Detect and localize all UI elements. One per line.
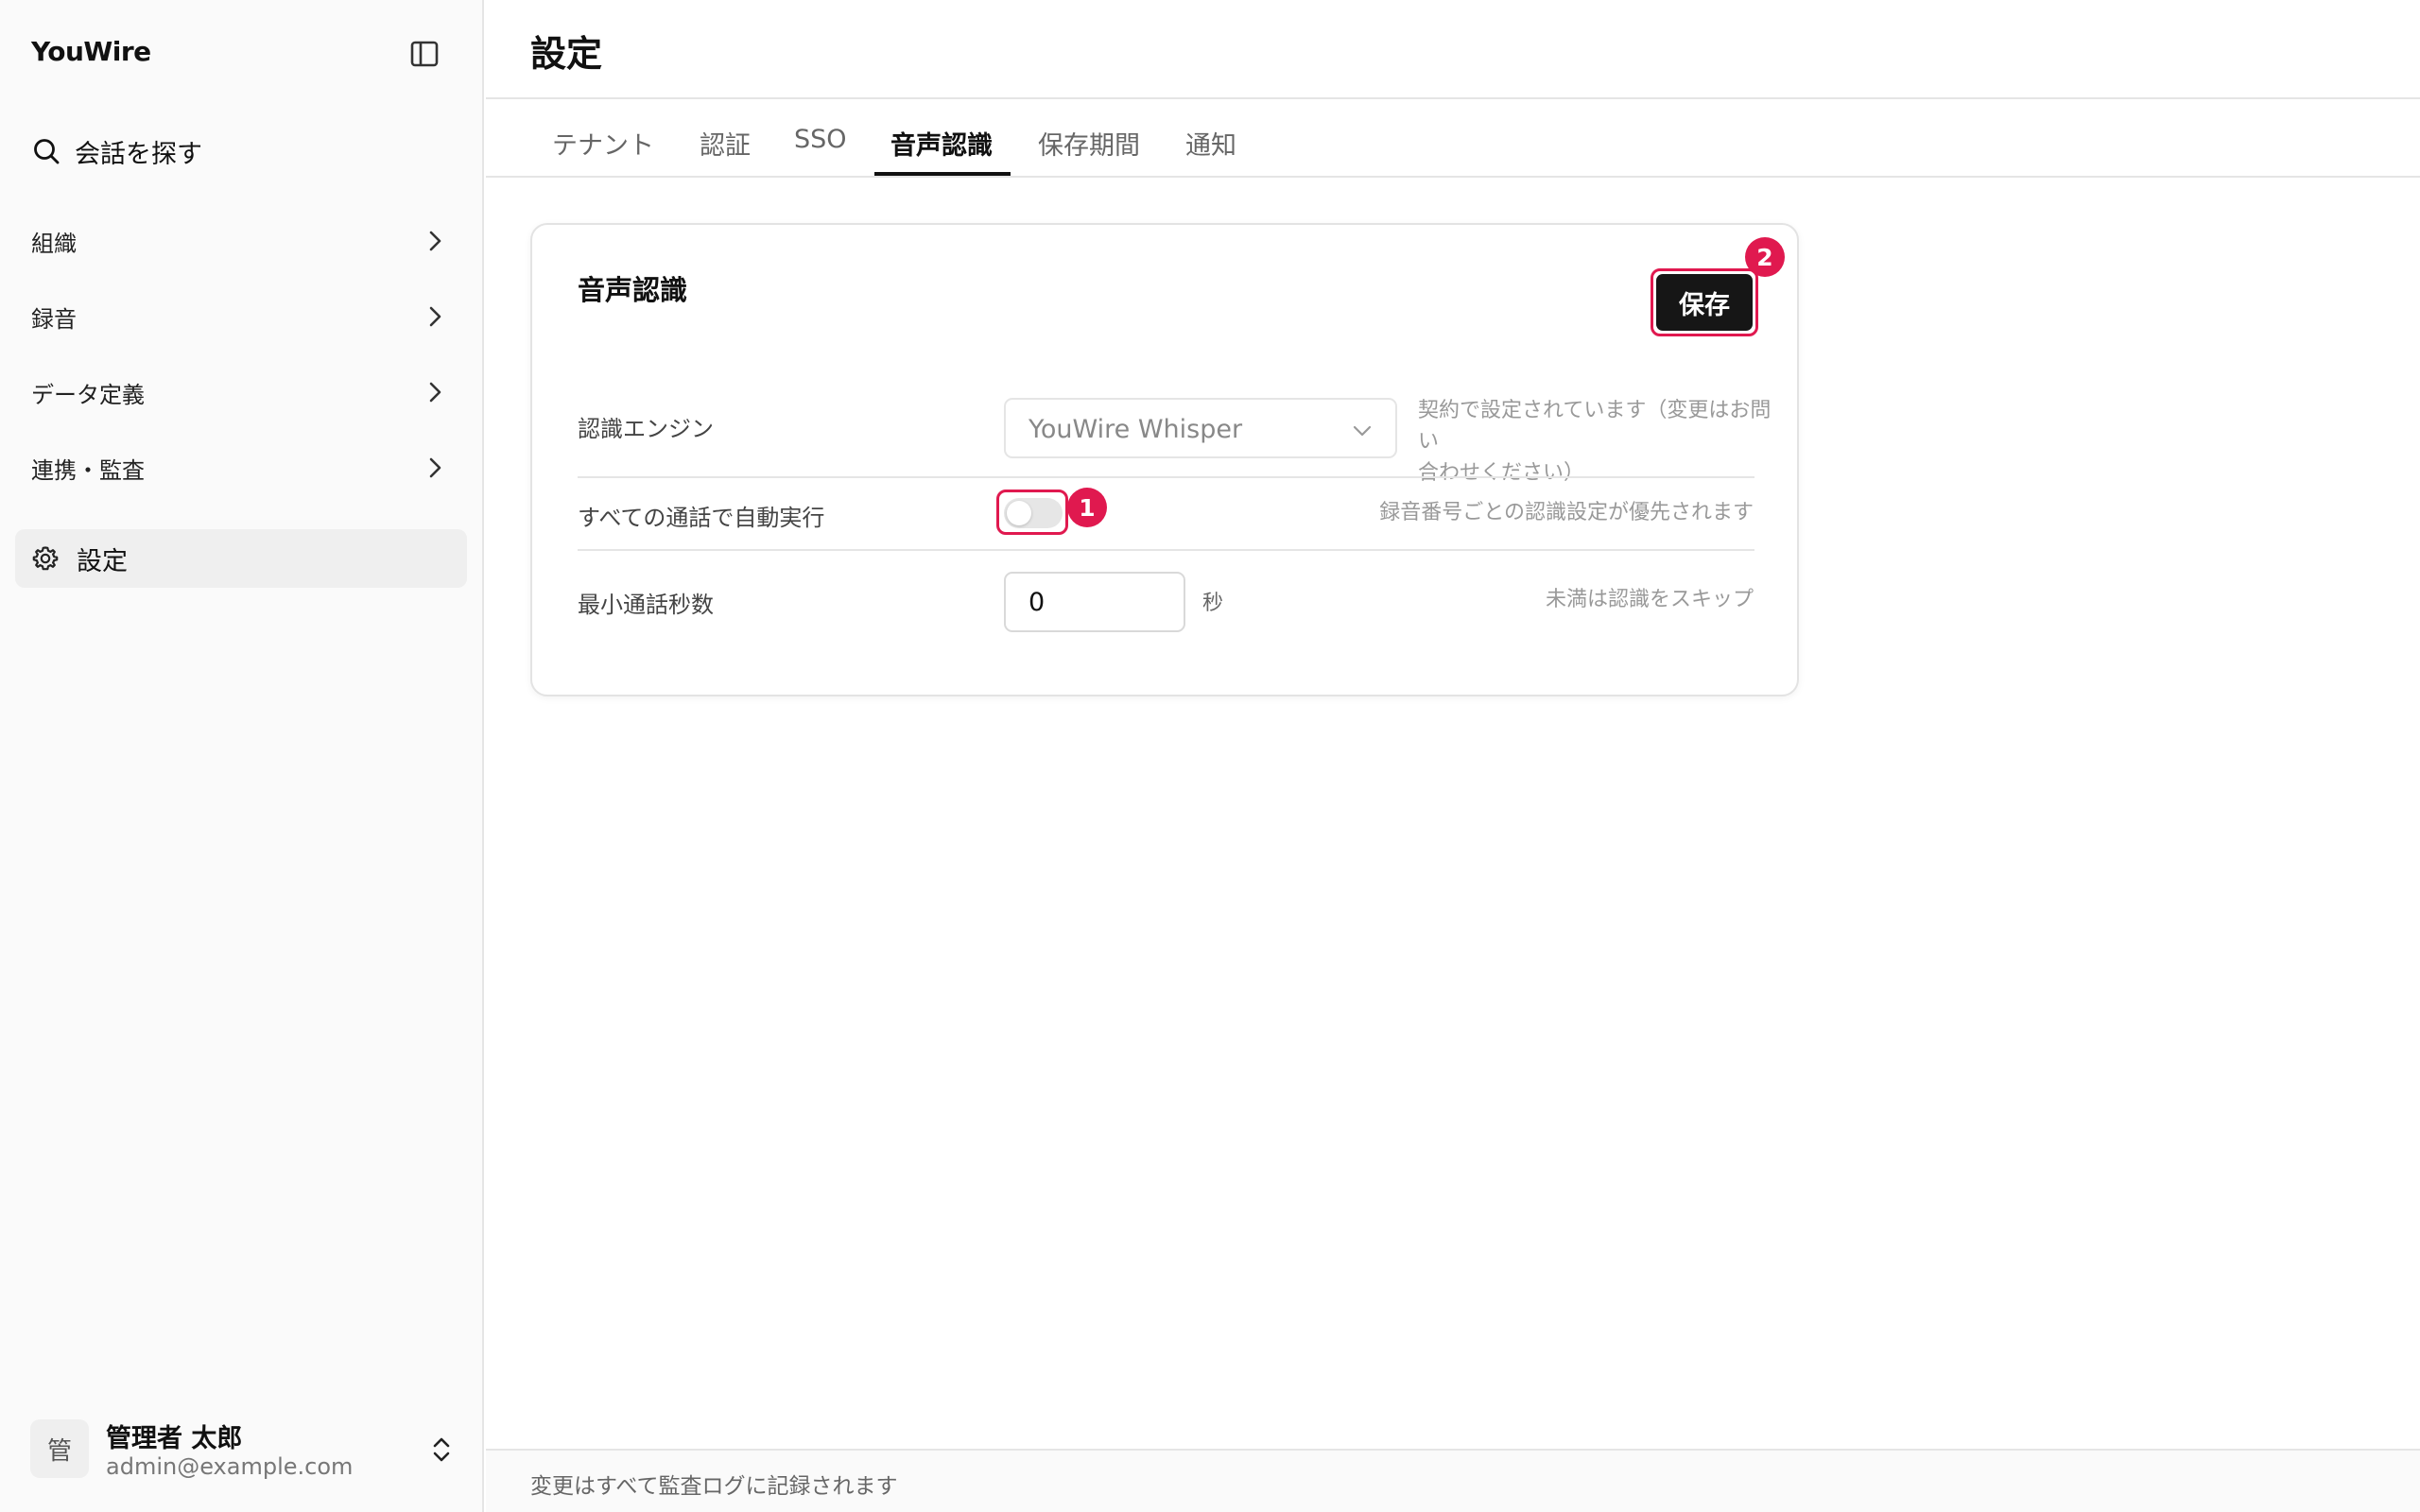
search-label: 会話を探す xyxy=(75,139,202,169)
sidebar-item-label: 録音 xyxy=(31,305,77,333)
engine-label: 認識エンジン xyxy=(578,416,714,442)
sidebar-panel-icon xyxy=(410,41,439,67)
seconds-unit: 秒 xyxy=(1202,592,1224,615)
chevron-down-icon xyxy=(1353,425,1372,437)
engine-select-value: YouWire Whisper xyxy=(1028,415,1243,444)
brand-logo[interactable]: YouWire xyxy=(31,36,151,67)
min-seconds-input[interactable] xyxy=(1004,572,1185,632)
row-divider xyxy=(578,476,1754,478)
sidebar-item-label: データ定義 xyxy=(31,381,145,408)
footer-text: 変更はすべて監査ログに記録されます xyxy=(530,1474,898,1499)
auto-run-hint: 録音番号ごとの認識設定が優先されます xyxy=(1379,501,1754,524)
tab-auth[interactable]: 認証 xyxy=(700,125,751,162)
speech-recognition-card: 音声認識 保存 2 認識エンジン YouWire Whisper 契約で設定され… xyxy=(530,223,1799,696)
search-conversations-button[interactable]: 会話を探す xyxy=(31,130,202,172)
footer-bar: 変更はすべて監査ログに記録されます xyxy=(486,1449,2420,1512)
sidebar-toggle-button[interactable] xyxy=(408,38,441,70)
sidebar-item-label: 連携・監査 xyxy=(31,456,145,484)
annotation-badge-2: 2 xyxy=(1745,237,1785,277)
sidebar-item-recordings[interactable]: 録音 xyxy=(15,287,467,346)
chevron-right-icon xyxy=(429,382,441,403)
main-content: 設定 テナント 認証 SSO 音声認識 保存期間 通知 音声認識 保存 2 認識… xyxy=(486,0,2420,1512)
chevron-up-down-icon xyxy=(433,1437,450,1462)
auto-run-toggle[interactable] xyxy=(996,490,1068,535)
sidebar-item-organization[interactable]: 組織 xyxy=(15,212,467,270)
row-divider xyxy=(578,549,1754,551)
chevron-right-icon xyxy=(429,457,441,478)
chevron-right-icon xyxy=(429,306,441,327)
tab-retention[interactable]: 保存期間 xyxy=(1038,125,1140,162)
card-title: 音声認識 xyxy=(578,274,688,306)
engine-hint-line-2: 合わせください） xyxy=(1418,461,1585,485)
user-email: admin@example.com xyxy=(106,1453,354,1480)
save-button-highlight: 保存 xyxy=(1651,268,1758,336)
tab-speech-recognition[interactable]: 音声認識 xyxy=(890,125,993,162)
tab-notifications[interactable]: 通知 xyxy=(1185,125,1236,162)
engine-hint-line-1: 契約で設定されています（変更はお問い xyxy=(1418,399,1772,454)
auto-run-label: すべての通話で自動実行 xyxy=(578,505,825,531)
tab-sso[interactable]: SSO xyxy=(794,125,847,154)
sidebar-item-settings[interactable]: 設定 xyxy=(15,529,467,588)
sidebar-item-label: 設定 xyxy=(77,546,128,576)
save-button[interactable]: 保存 xyxy=(1656,274,1753,331)
min-seconds-hint: 未満は認識をスキップ xyxy=(1545,588,1754,611)
avatar: 管 xyxy=(30,1419,89,1478)
user-menu[interactable]: 管 管理者 太郎 admin@example.com xyxy=(30,1419,456,1482)
toggle-knob xyxy=(1007,501,1031,525)
header-divider xyxy=(486,97,2420,99)
annotation-badge-1: 1 xyxy=(1067,488,1107,527)
tab-tenant[interactable]: テナント xyxy=(552,125,654,162)
sidebar-item-label: 組織 xyxy=(31,230,77,257)
toggle-track xyxy=(1004,498,1063,528)
engine-select[interactable]: YouWire Whisper xyxy=(1004,398,1397,458)
settings-tabs: テナント 認証 SSO 音声認識 保存期間 通知 xyxy=(486,100,2420,178)
chevron-right-icon xyxy=(429,231,441,251)
active-tab-indicator xyxy=(874,172,1011,176)
search-icon xyxy=(34,139,60,164)
page-title: 設定 xyxy=(530,33,603,75)
engine-hint: 契約で設定されています（変更はお問い 合わせください） xyxy=(1418,395,1777,489)
sidebar-item-integration-audit[interactable]: 連携・監査 xyxy=(15,438,467,497)
gear-icon xyxy=(32,546,59,571)
user-name: 管理者 太郎 xyxy=(106,1424,243,1453)
sidebar-item-data-definitions[interactable]: データ定義 xyxy=(15,363,467,421)
min-seconds-label: 最小通話秒数 xyxy=(578,592,714,618)
sidebar: YouWire 会話を探す 組織 録音 データ定義 連携・監査 設定 管 管理者… xyxy=(0,0,484,1512)
